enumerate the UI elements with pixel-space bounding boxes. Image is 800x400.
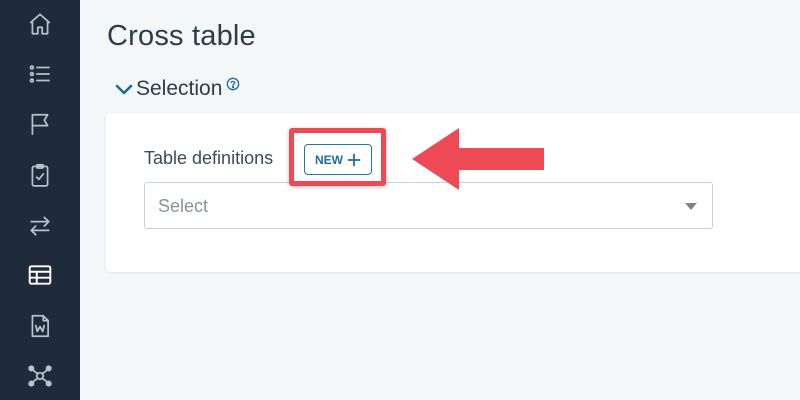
home-icon [29, 13, 51, 35]
main-content: Cross table Selection Table definitions … [80, 0, 800, 400]
flag-icon [31, 113, 49, 135]
caret-down-icon [685, 203, 697, 210]
sidebar-item-clipboard[interactable] [0, 152, 80, 198]
selection-section-toggle[interactable]: Selection [114, 76, 240, 102]
help-circle-icon[interactable] [226, 77, 240, 91]
sidebar-item-transfer[interactable] [0, 203, 80, 249]
app-window: Cross table Selection Table definitions … [0, 0, 800, 400]
sidebar-item-flag[interactable] [0, 101, 80, 147]
sidebar-item-list[interactable] [0, 51, 80, 97]
sidebar-item-word-doc[interactable] [0, 303, 80, 349]
sidebar-item-table[interactable] [0, 252, 80, 298]
network-icon [28, 365, 52, 387]
word-document-icon [31, 314, 49, 338]
sidebar [0, 0, 80, 400]
page-title: Cross table [107, 20, 256, 52]
select-placeholder: Select [158, 196, 209, 216]
transfer-arrows-icon [30, 216, 50, 236]
annotation-arrow-icon [412, 128, 544, 190]
chevron-down-icon [115, 84, 133, 95]
annotation-highlight-box [289, 128, 386, 186]
sidebar-item-home[interactable] [0, 1, 80, 47]
list-icon [29, 65, 50, 83]
clipboard-check-icon [31, 163, 49, 187]
section-label: Selection [136, 77, 223, 100]
table-icon [28, 265, 52, 285]
table-definitions-label: Table definitions [144, 148, 274, 168]
sidebar-item-network[interactable] [0, 353, 80, 399]
